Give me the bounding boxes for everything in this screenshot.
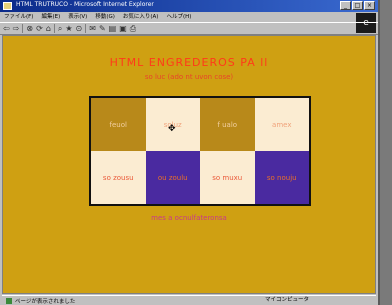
close-button[interactable]: × (364, 1, 375, 10)
move-cursor-icon: ✥ (168, 124, 176, 134)
mail-icon[interactable]: ✉ (89, 23, 96, 34)
table-cell[interactable]: ou zoulu (145, 151, 200, 204)
back-icon[interactable]: ⇦ (3, 23, 10, 34)
history-icon[interactable]: ⊙ (76, 23, 83, 34)
status-bar: ページが表示されました (2, 295, 376, 305)
menu-bar: ファイル(F) 編集(E) 表示(V) 移動(G) お気に入り(A) ヘルプ(H… (0, 12, 378, 22)
table-cell[interactable]: so muxu (200, 151, 255, 204)
toolbar: ⇦ ⇨ ⊗ ⟳ ⌂ ⌕ ★ ⊙ ✉ ✎ ▤ ▣ ⎙ (0, 22, 378, 35)
stop-icon[interactable]: ⊗ (26, 23, 33, 34)
channels-icon[interactable]: ▣ (119, 23, 127, 34)
page-done-icon (6, 297, 12, 304)
table-cell[interactable]: so zousu (91, 151, 146, 204)
table-cell[interactable]: so nouju (254, 151, 309, 204)
favorites-icon[interactable]: ★ (65, 23, 72, 34)
minimize-button[interactable]: _ (340, 1, 351, 10)
window-title: HTML TRUTRUCO - Microsoft Internet Explo… (16, 1, 154, 8)
table-cell[interactable]: feuol (91, 98, 146, 151)
toolbar-separator (53, 24, 55, 33)
print-icon[interactable]: ⎙ (130, 23, 136, 34)
color-table: feuol soluz f ualo amex so zousu ou zoul… (89, 96, 311, 206)
browser-app-icon (3, 2, 12, 10)
footer-link[interactable]: mes a ocnulfateronsa (3, 214, 375, 222)
page-content: HTML ENGREDEROS PA ll so luc (ado nt uvo… (2, 35, 376, 294)
page-subtitle: so luc (ado nt uvon cose) (144, 73, 234, 81)
edit-icon[interactable]: ✎ (99, 23, 106, 34)
home-icon[interactable]: ⌂ (46, 23, 51, 34)
menu-edit[interactable]: 編集(E) (41, 12, 60, 22)
search-icon[interactable]: ⌕ (58, 23, 62, 34)
security-zone: マイコンピュータ (265, 297, 310, 303)
title-bar[interactable]: HTML TRUTRUCO - Microsoft Internet Explo… (0, 0, 378, 12)
menu-view[interactable]: 表示(V) (68, 12, 87, 22)
maximize-button[interactable]: □ (352, 1, 363, 10)
menu-go[interactable]: 移動(G) (95, 12, 115, 22)
table-cell[interactable]: f ualo (200, 98, 255, 151)
menu-file[interactable]: ファイル(F) (4, 12, 33, 22)
page-title: HTML ENGREDEROS PA ll (109, 56, 269, 69)
table-cell[interactable]: amex (254, 98, 309, 151)
toolbar-separator (22, 24, 24, 33)
status-text: ページが表示されました (15, 298, 76, 305)
refresh-icon[interactable]: ⟳ (36, 23, 43, 34)
toolbar-separator (85, 24, 87, 33)
browser-window: HTML TRUTRUCO - Microsoft Internet Explo… (0, 0, 380, 305)
forward-icon[interactable]: ⇨ (13, 23, 20, 34)
menu-help[interactable]: ヘルプ(H) (166, 12, 191, 22)
fullscreen-icon[interactable]: ▤ (109, 23, 117, 34)
menu-favorites[interactable]: お気に入り(A) (123, 12, 159, 22)
